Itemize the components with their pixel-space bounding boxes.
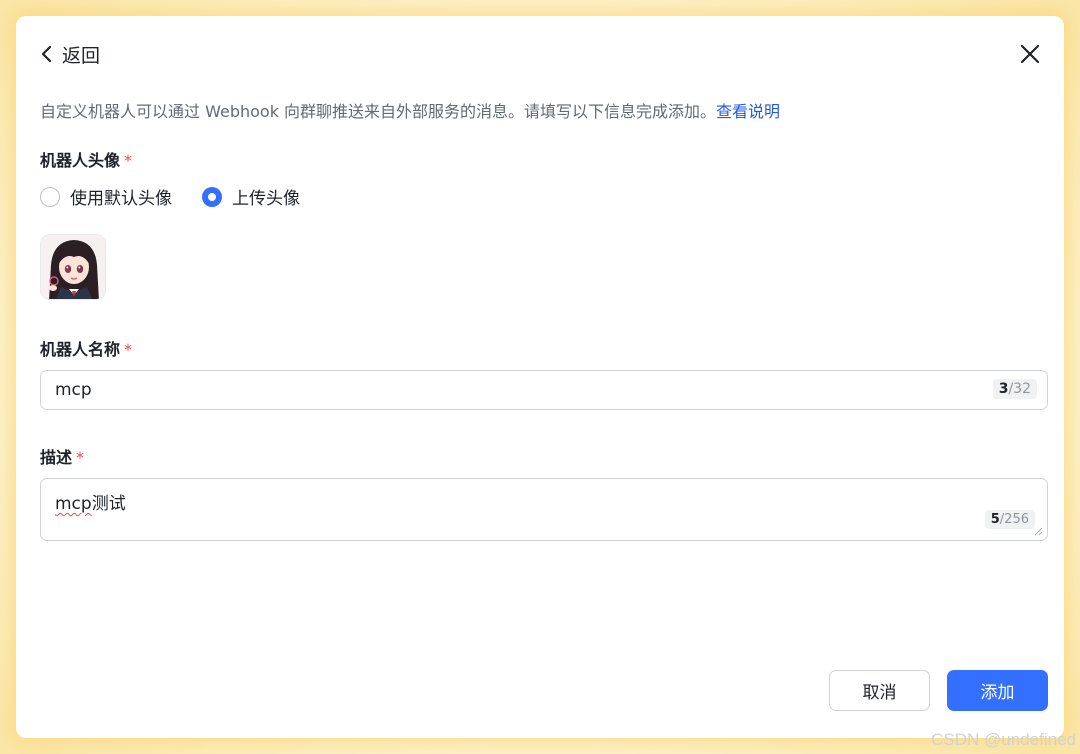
radio-unchecked-icon <box>40 186 60 207</box>
resize-handle-icon[interactable] <box>1034 527 1043 536</box>
avatar-image <box>41 235 105 299</box>
radio-upload-avatar[interactable]: 上传头像 <box>202 184 300 209</box>
add-bot-dialog: 返回 自定义机器人可以通过 Webhook 向群聊推送来自外部服务的消息。请填写… <box>16 16 1064 738</box>
close-icon[interactable] <box>1018 42 1042 66</box>
description-value: mcp测试 <box>55 489 126 514</box>
back-button[interactable]: 返回 <box>40 40 100 68</box>
name-count-max: /32 <box>1008 381 1031 397</box>
avatar-label: 机器人头像 * <box>40 147 132 171</box>
radio-default-avatar[interactable]: 使用默认头像 <box>40 184 172 209</box>
required-mark: * <box>76 448 85 467</box>
description-char-counter: 5/256 <box>984 510 1035 529</box>
add-button[interactable]: 添加 <box>947 670 1048 711</box>
dialog-description: 自定义机器人可以通过 Webhook 向群聊推送来自外部服务的消息。请填写以下信… <box>40 98 780 122</box>
desc-count-current: 5 <box>990 512 1000 527</box>
avatar-label-text: 机器人头像 <box>40 151 121 170</box>
cancel-button[interactable]: 取消 <box>829 670 930 711</box>
bot-name-input[interactable]: mcp 3/32 <box>40 370 1048 410</box>
watermark: CSDN @undefined <box>931 730 1076 749</box>
name-label-text: 机器人名称 <box>40 340 121 359</box>
radio-label: 使用默认头像 <box>70 189 172 209</box>
description-value-rest: 测试 <box>91 494 126 514</box>
avatar-radio-group: 使用默认头像 上传头像 <box>40 184 300 209</box>
description-textarea[interactable]: mcp测试 5/256 <box>40 478 1048 541</box>
back-label: 返回 <box>62 44 101 67</box>
description-label-text: 描述 <box>40 448 73 467</box>
misspelled-word: mcp <box>55 494 92 514</box>
radio-checked-icon <box>202 186 222 207</box>
desc-count-max: /256 <box>999 512 1029 527</box>
uploaded-avatar[interactable] <box>40 234 106 300</box>
name-label: 机器人名称 * <box>40 336 132 360</box>
chevron-left-icon <box>41 45 52 63</box>
name-count-current: 3 <box>998 381 1009 397</box>
bot-name-value: mcp <box>55 380 92 400</box>
view-docs-link[interactable]: 查看说明 <box>716 102 780 121</box>
radio-label: 上传头像 <box>232 189 300 209</box>
description-text: 自定义机器人可以通过 Webhook 向群聊推送来自外部服务的消息。请填写以下信… <box>40 102 717 121</box>
name-char-counter: 3/32 <box>992 379 1037 399</box>
required-mark: * <box>124 151 133 170</box>
description-label: 描述 * <box>40 444 84 468</box>
required-mark: * <box>124 340 133 359</box>
